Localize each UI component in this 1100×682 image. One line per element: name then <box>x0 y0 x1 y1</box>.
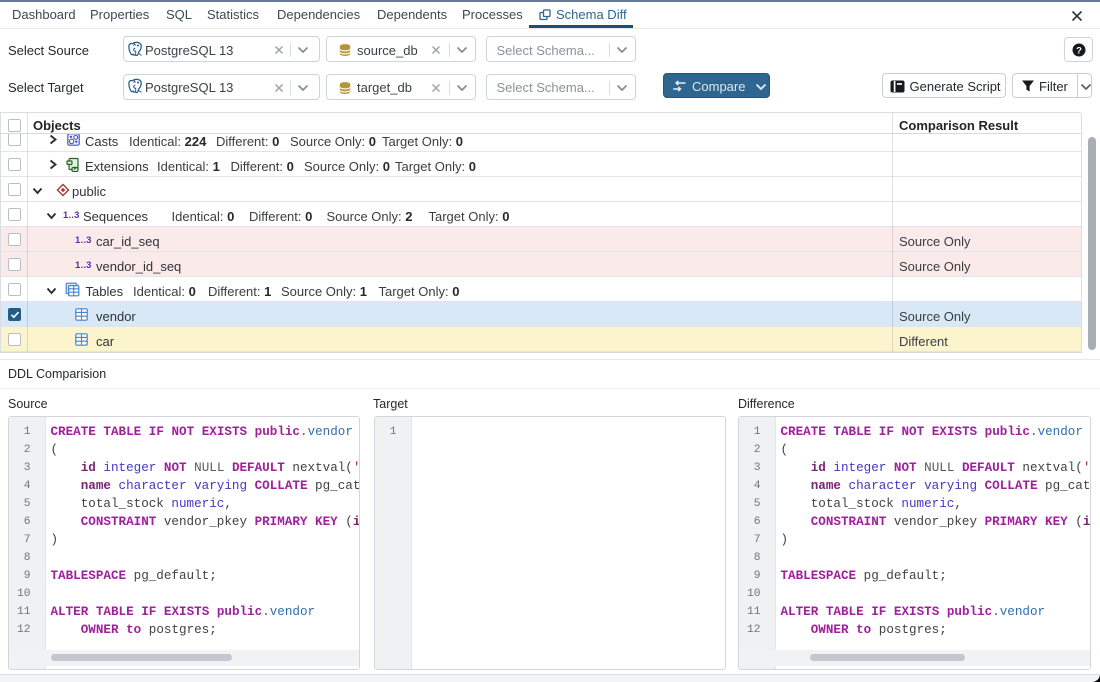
svg-text:?: ? <box>1076 45 1082 56</box>
